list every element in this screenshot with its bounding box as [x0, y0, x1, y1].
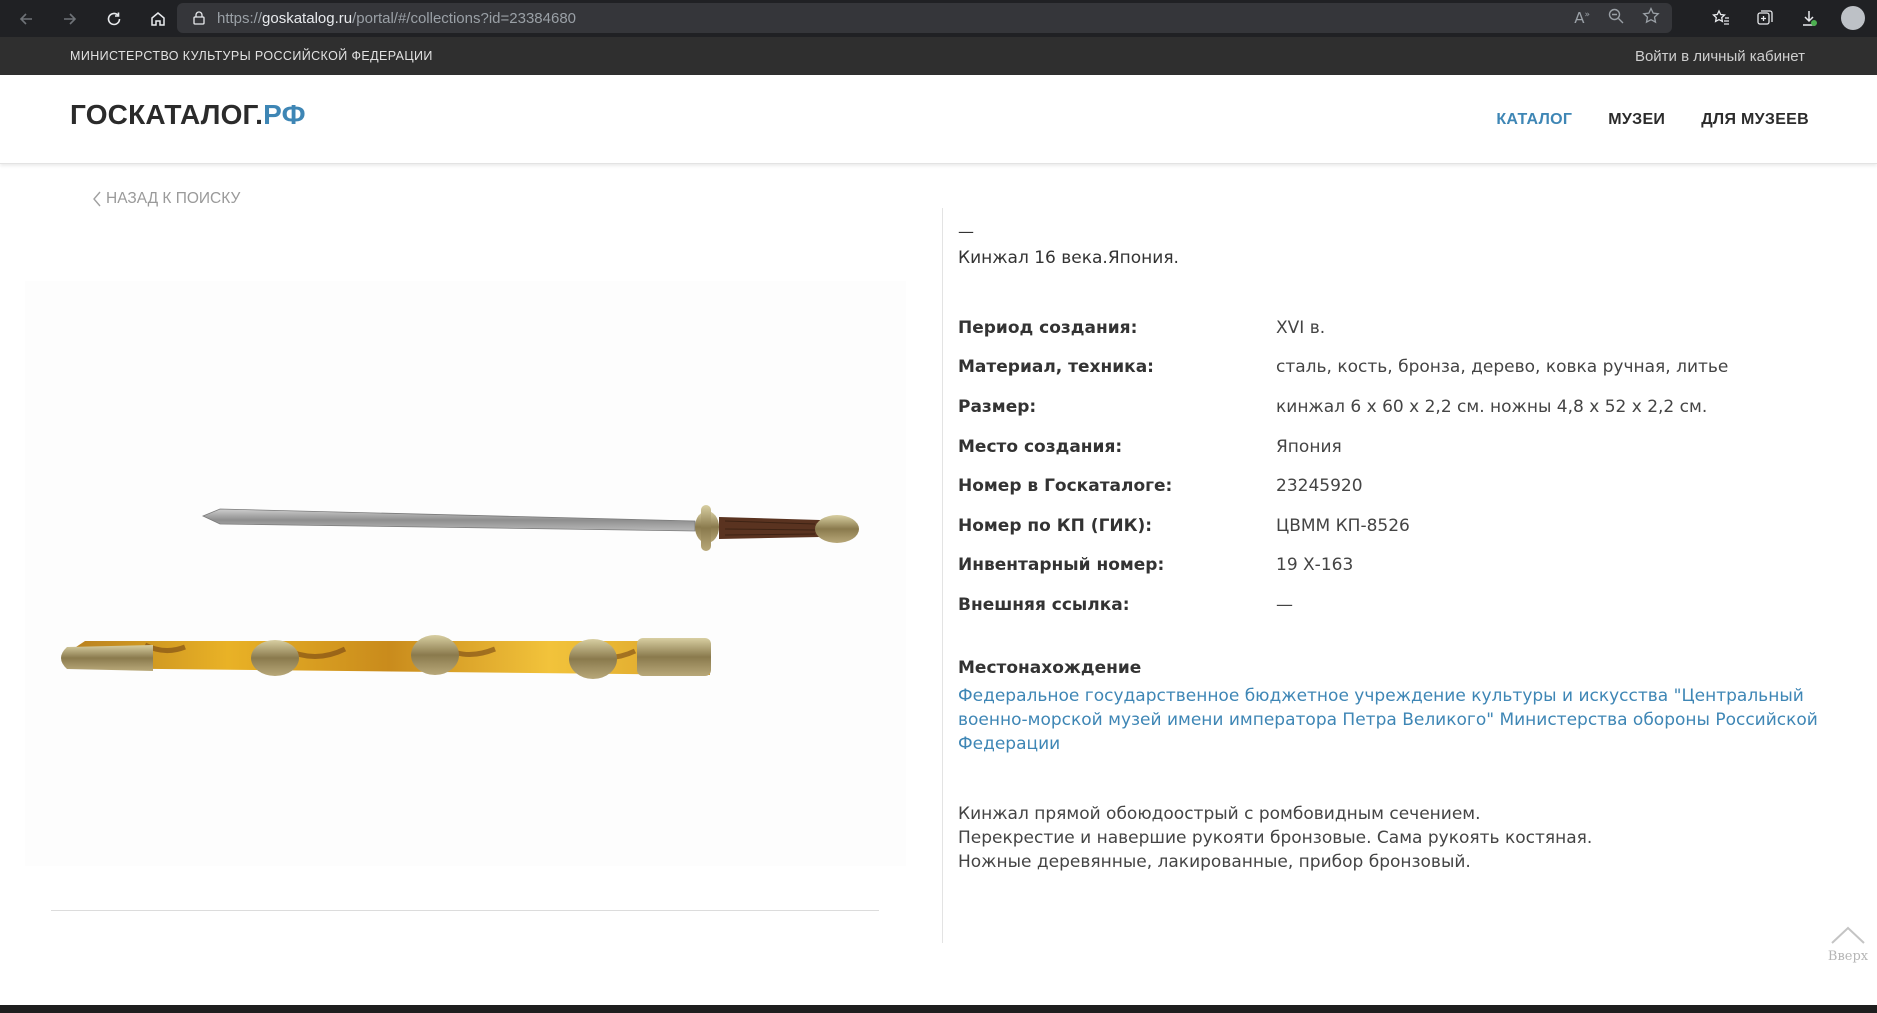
description-line: Перекрестие и навершие рукояти бронзовые… [958, 827, 1593, 848]
properties-table: Период создания: XVI в. Материал, техника… [958, 308, 1728, 625]
address-bar[interactable]: https://goskatalog.ru/portal/#/collectio… [177, 3, 1672, 33]
chevron-up-icon [1831, 926, 1865, 944]
prop-row: Внешняя ссылка: — [958, 585, 1728, 625]
back-arrow-icon[interactable] [8, 4, 44, 34]
home-icon[interactable] [140, 4, 176, 34]
description-line: Ножные деревянные, лакированные, прибор … [958, 851, 1471, 872]
lock-icon[interactable] [193, 11, 205, 25]
favorite-add-icon[interactable] [1642, 6, 1660, 29]
column-divider [942, 208, 943, 943]
prop-key: Материал, техника: [958, 357, 1154, 378]
prop-key: Размер: [958, 396, 1037, 417]
back-label: НАЗАД К ПОИСКУ [106, 190, 241, 207]
scroll-top-label: Вверх [1827, 949, 1869, 964]
browser-toolbar: https://goskatalog.ru/portal/#/collectio… [0, 0, 1877, 37]
prop-value: сталь, кость, бронза, дерево, ковка ручн… [1276, 357, 1729, 378]
item-description: Кинжал прямой обоюдоострый с ромбовидным… [958, 802, 1858, 874]
prop-value: Япония [1276, 436, 1342, 457]
prop-row: Номер в Госкаталоге: 23245920 [958, 466, 1728, 506]
museum-link[interactable]: Федеральное государственное бюджетное уч… [958, 684, 1848, 756]
login-link[interactable]: Войти в личный кабинет [1635, 48, 1805, 65]
nav-for-museums[interactable]: ДЛЯ МУЗЕЕВ [1701, 111, 1809, 129]
prop-key: Номер по КП (ГИК): [958, 515, 1153, 536]
forward-arrow-icon[interactable] [52, 4, 88, 34]
dagger-image [61, 505, 859, 679]
site-header: ГОСКАТАЛОГ.РФ КАТАЛОГ МУЗЕИ ДЛЯ МУЗЕЕВ [0, 75, 1877, 164]
prop-value: — [1276, 594, 1293, 615]
prop-row: Размер: кинжал 6 х 60 х 2,2 см. ножны 4,8… [958, 387, 1728, 427]
prop-value: кинжал 6 х 60 х 2,2 см. ножны 4,8 х 52 х… [1276, 396, 1708, 417]
url-host: goskatalog.ru [262, 9, 353, 27]
nav-museums[interactable]: МУЗЕИ [1608, 111, 1665, 129]
url-scheme: https:// [217, 9, 263, 27]
site-logo[interactable]: ГОСКАТАЛОГ.РФ [70, 99, 306, 131]
ministry-title: МИНИСТЕРСТВО КУЛЬТУРЫ РОССИЙСКОЙ ФЕДЕРАЦ… [70, 49, 433, 63]
item-title: Кинжал 16 века.Япония. [958, 248, 1179, 268]
zoom-icon[interactable] [1608, 8, 1624, 28]
prop-key: Инвентарный номер: [958, 555, 1165, 576]
ministry-bar: МИНИСТЕРСТВО КУЛЬТУРЫ РОССИЙСКОЙ ФЕДЕРАЦ… [0, 37, 1877, 75]
chevron-left-icon [93, 191, 101, 207]
collections-icon[interactable] [1751, 4, 1779, 32]
downloads-icon[interactable] [1795, 4, 1823, 32]
prop-row: Период создания: XVI в. [958, 308, 1728, 348]
url-text[interactable]: https://goskatalog.ru/portal/#/collectio… [217, 10, 576, 27]
item-dash: — [958, 222, 974, 241]
divider [51, 910, 879, 911]
prop-value: 23245920 [1276, 476, 1363, 497]
prop-key: Период создания: [958, 317, 1138, 338]
logo-accent: РФ [263, 99, 306, 130]
reload-icon[interactable] [96, 4, 132, 34]
prop-key: Место создания: [958, 436, 1123, 457]
item-details: — Кинжал 16 века.Япония. Период создания… [958, 222, 1858, 874]
nav-catalog[interactable]: КАТАЛОГ [1496, 111, 1572, 129]
prop-value: ЦВММ КП-8526 [1276, 515, 1410, 536]
taskbar-edge [0, 1005, 1877, 1013]
prop-row: Номер по КП (ГИК): ЦВММ КП-8526 [958, 506, 1728, 546]
prop-value: XVI в. [1276, 317, 1326, 338]
prop-value: 19 Х-163 [1276, 555, 1354, 576]
prop-row: Материал, техника: сталь, кость, бронза, … [958, 348, 1728, 388]
scroll-top-button[interactable]: Вверх [1825, 925, 1871, 964]
prop-key: Номер в Госкаталоге: [958, 476, 1173, 497]
main-nav: КАТАЛОГ МУЗЕИ ДЛЯ МУЗЕЕВ [1496, 111, 1809, 129]
read-aloud-icon[interactable]: A» [1574, 9, 1590, 27]
prop-row: Место создания: Япония [958, 427, 1728, 467]
favorites-icon[interactable] [1707, 4, 1735, 32]
location-heading: Местонахождение [958, 657, 1142, 678]
prop-key: Внешняя ссылка: [958, 594, 1130, 615]
item-photo[interactable] [25, 281, 906, 866]
url-path: /portal/#/collections?id=23384680 [352, 9, 577, 27]
profile-avatar[interactable] [1839, 4, 1867, 32]
logo-main: ГОСКАТАЛОГ. [70, 99, 264, 130]
back-to-search-link[interactable]: НАЗАД К ПОИСКУ [92, 190, 240, 208]
description-line: Кинжал прямой обоюдоострый с ромбовидным… [958, 803, 1481, 824]
prop-row: Инвентарный номер: 19 Х-163 [958, 546, 1728, 586]
